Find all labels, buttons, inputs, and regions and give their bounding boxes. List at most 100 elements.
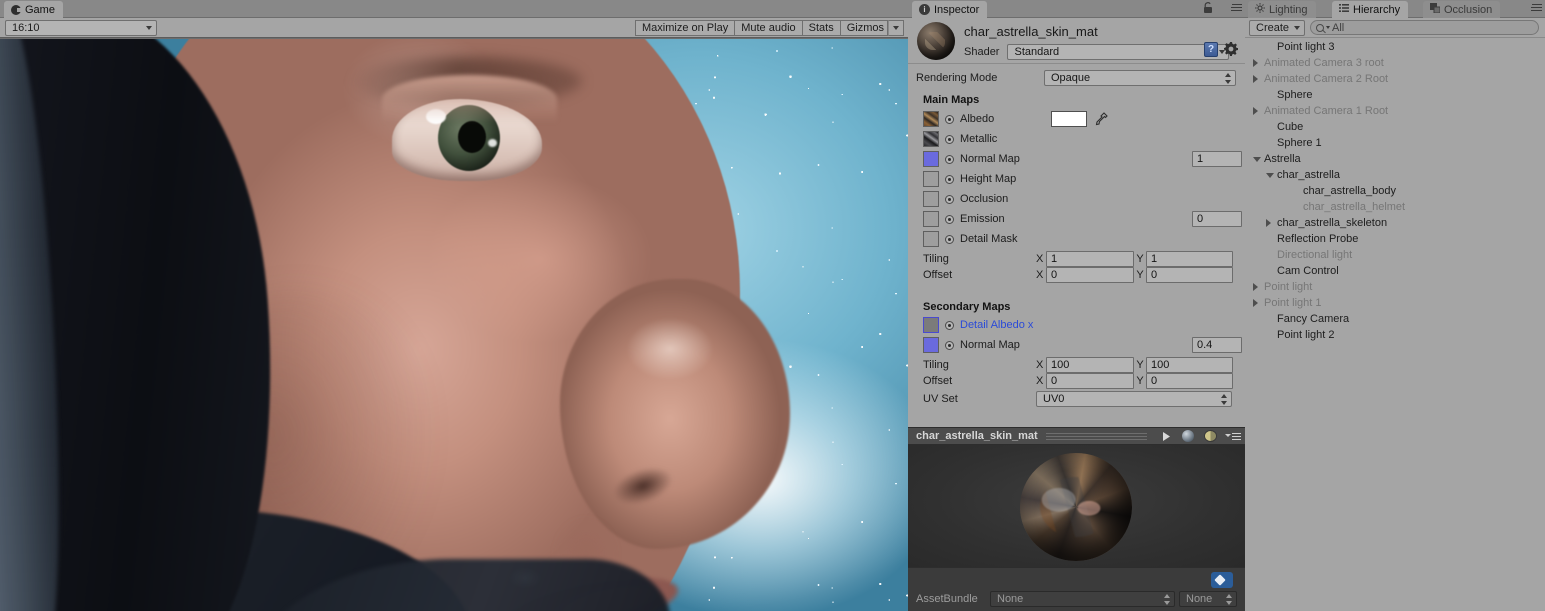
hierarchy-item[interactable]: Sphere: [1245, 87, 1545, 103]
occlusion-row[interactable]: Occlusion: [923, 189, 1008, 209]
gizmos-dropdown[interactable]: [888, 20, 904, 36]
albedo-color-swatch[interactable]: [1051, 111, 1087, 127]
metallic-row[interactable]: Metallic: [923, 129, 997, 149]
chevron-right-icon[interactable]: [1253, 75, 1258, 83]
inspector-menu-icon[interactable]: [1226, 4, 1242, 14]
preview-sphere-icon[interactable]: [1177, 428, 1199, 444]
mute-audio-button[interactable]: Mute audio: [735, 20, 803, 36]
hierarchy-item[interactable]: char_astrella_helmet: [1245, 199, 1545, 215]
tab-occlusion[interactable]: Occlusion: [1423, 1, 1501, 18]
tab-inspector[interactable]: i Inspector: [912, 1, 988, 18]
chevron-right-icon[interactable]: [1253, 107, 1258, 115]
aspect-ratio-dropdown[interactable]: 16:10: [5, 19, 157, 36]
hierarchy-item[interactable]: Fancy Camera: [1245, 311, 1545, 327]
secondary-normal-map-toggle-icon[interactable]: [945, 340, 954, 350]
chevron-right-icon[interactable]: [1253, 283, 1258, 291]
hierarchy-tree[interactable]: Point light 3 Animated Camera 3 root Anima…: [1245, 39, 1545, 343]
normal-map-texture-slot[interactable]: [923, 151, 939, 167]
gizmos-label: Gizmos: [846, 22, 884, 34]
chevron-down-icon[interactable]: [1253, 157, 1261, 162]
hierarchy-item[interactable]: Sphere 1: [1245, 135, 1545, 151]
hierarchy-menu-icon[interactable]: [1526, 4, 1542, 14]
emission-toggle-icon[interactable]: [945, 214, 954, 224]
hierarchy-item[interactable]: char_astrella_body: [1245, 183, 1545, 199]
normal-map-strength-field[interactable]: 1: [1192, 151, 1242, 167]
hierarchy-item[interactable]: Point light: [1245, 279, 1545, 295]
main-offset-x-field[interactable]: 0: [1046, 267, 1134, 283]
albedo-toggle-icon[interactable]: [945, 114, 954, 124]
chevron-right-icon[interactable]: [1266, 219, 1271, 227]
hierarchy-item-label: Cube: [1277, 121, 1304, 133]
tab-lighting[interactable]: Lighting: [1248, 1, 1316, 18]
hierarchy-item[interactable]: Point light 1: [1245, 295, 1545, 311]
asset-bundle-variant-dropdown[interactable]: None: [1179, 591, 1237, 607]
secondary-normal-map-row[interactable]: Normal Map 0.4: [923, 335, 1242, 355]
metallic-texture-slot[interactable]: [923, 131, 939, 147]
hierarchy-item[interactable]: Animated Camera 2 Root: [1245, 71, 1545, 87]
chevron-right-icon[interactable]: [1253, 299, 1258, 307]
create-button[interactable]: Create: [1249, 19, 1306, 36]
hierarchy-item[interactable]: Animated Camera 1 Root: [1245, 103, 1545, 119]
hierarchy-item[interactable]: char_astrella_skeleton: [1245, 215, 1545, 231]
rendering-mode-dropdown[interactable]: Opaque: [1044, 70, 1236, 86]
hierarchy-item[interactable]: Animated Camera 3 root: [1245, 55, 1545, 71]
emission-texture-slot[interactable]: [923, 211, 939, 227]
asset-bundle-name-dropdown[interactable]: None: [990, 591, 1175, 607]
help-book-icon[interactable]: [1204, 42, 1218, 57]
maximize-on-play-button[interactable]: Maximize on Play: [635, 20, 736, 36]
game-render-view[interactable]: [0, 39, 908, 611]
hierarchy-search-input[interactable]: All: [1310, 20, 1539, 35]
secondary-offset-y-field[interactable]: 0: [1146, 373, 1233, 389]
emission-row[interactable]: Emission 0: [923, 209, 1242, 229]
hierarchy-item[interactable]: Cube: [1245, 119, 1545, 135]
detail-mask-row[interactable]: Detail Mask: [923, 229, 1017, 249]
albedo-texture-slot[interactable]: [923, 111, 939, 127]
stats-button[interactable]: Stats: [802, 20, 841, 36]
gear-icon[interactable]: [1223, 41, 1239, 57]
albedo-row[interactable]: Albedo: [923, 109, 1108, 129]
occlusion-toggle-icon[interactable]: [945, 194, 954, 204]
normal-map-row[interactable]: Normal Map 1: [923, 149, 1242, 169]
detail-albedo-row[interactable]: Detail Albedo x: [923, 315, 1033, 335]
material-preview-area[interactable]: [908, 445, 1245, 567]
secondary-normal-map-texture-slot[interactable]: [923, 337, 939, 353]
secondary-normal-strength-field[interactable]: 0.4: [1192, 337, 1242, 353]
detail-albedo-texture-slot[interactable]: [923, 317, 939, 333]
hierarchy-item[interactable]: Point light 2: [1245, 327, 1545, 343]
lock-icon[interactable]: [1203, 2, 1213, 14]
hierarchy-item[interactable]: Directional light: [1245, 247, 1545, 263]
shader-dropdown[interactable]: Standard: [1007, 44, 1230, 60]
chevron-down-icon[interactable]: [1266, 173, 1274, 178]
detail-mask-texture-slot[interactable]: [923, 231, 939, 247]
detail-mask-toggle-icon[interactable]: [945, 234, 954, 244]
emission-value-field[interactable]: 0: [1192, 211, 1242, 227]
uv-set-dropdown[interactable]: UV0: [1036, 391, 1232, 407]
hierarchy-item[interactable]: Point light 3: [1245, 39, 1545, 55]
eyedropper-icon[interactable]: [1093, 111, 1109, 127]
height-map-row[interactable]: Height Map: [923, 169, 1016, 189]
height-map-texture-slot[interactable]: [923, 171, 939, 187]
preview-options-icon[interactable]: [1221, 428, 1245, 444]
hierarchy-item[interactable]: Reflection Probe: [1245, 231, 1545, 247]
detail-albedo-toggle-icon[interactable]: [945, 320, 954, 330]
preview-drag-handle[interactable]: [1045, 432, 1147, 440]
occlusion-texture-slot[interactable]: [923, 191, 939, 207]
asset-label-icon[interactable]: [1211, 572, 1233, 588]
preview-play-icon[interactable]: [1155, 428, 1177, 444]
secondary-offset-y-value: 0: [1151, 375, 1158, 387]
tab-game[interactable]: Game: [4, 1, 63, 18]
hierarchy-item[interactable]: Cam Control: [1245, 263, 1545, 279]
emission-value: 0: [1197, 213, 1204, 225]
chevron-right-icon[interactable]: [1253, 59, 1258, 67]
gizmos-button[interactable]: Gizmos: [840, 20, 888, 36]
main-offset-y-field[interactable]: 0: [1146, 267, 1233, 283]
secondary-offset-x-field[interactable]: 0: [1046, 373, 1134, 389]
metallic-toggle-icon[interactable]: [945, 134, 954, 144]
normal-map-toggle-icon[interactable]: [945, 154, 954, 164]
hierarchy-item[interactable]: char_astrella: [1245, 167, 1545, 183]
height-map-toggle-icon[interactable]: [945, 174, 954, 184]
tab-hierarchy[interactable]: Hierarchy: [1332, 1, 1409, 18]
lighting-toggle-icon[interactable]: [1199, 428, 1221, 444]
asset-bundle-name-value: None: [997, 593, 1024, 605]
hierarchy-item[interactable]: Astrella: [1245, 151, 1545, 167]
